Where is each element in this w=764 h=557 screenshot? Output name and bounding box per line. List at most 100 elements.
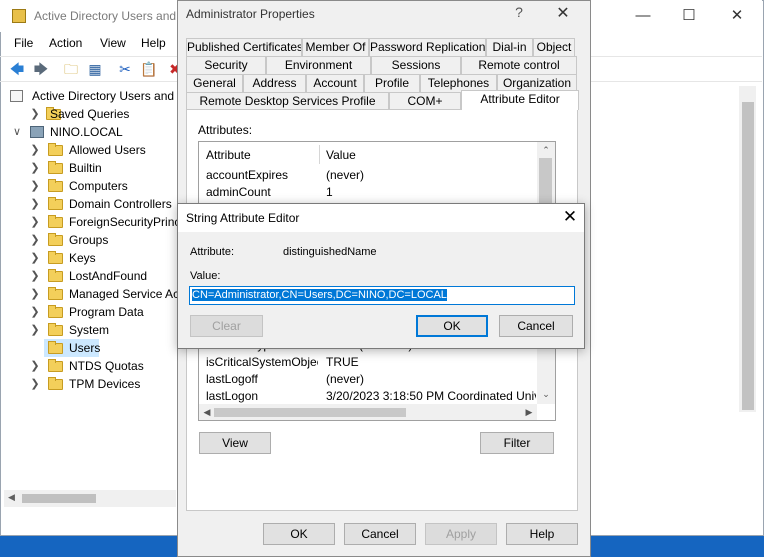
- attribute-value-cell[interactable]: TRUE: [326, 355, 536, 371]
- chevron-right-icon[interactable]: ❯: [30, 195, 40, 213]
- tab-dial-in[interactable]: Dial-in: [486, 38, 533, 56]
- chevron-right-icon[interactable]: ❯: [30, 321, 40, 339]
- minimize-icon[interactable]: —: [620, 0, 666, 32]
- folder-icon: [48, 233, 63, 246]
- help-icon[interactable]: ?: [510, 4, 528, 24]
- tree-item-label: Builtin: [69, 161, 102, 175]
- string-editor-cancel-button[interactable]: Cancel: [499, 315, 573, 337]
- chevron-right-icon[interactable]: ❯: [30, 105, 40, 123]
- chevron-right-icon[interactable]: ❯: [30, 375, 40, 393]
- value-input[interactable]: CN=Administrator,CN=Users,DC=NINO,DC=LOC…: [189, 286, 575, 305]
- value-input-text: CN=Administrator,CN=Users,DC=NINO,DC=LOC…: [192, 289, 447, 301]
- attribute-name-cell[interactable]: isCriticalSystemObject: [206, 355, 318, 371]
- paste-icon[interactable]: 📋: [140, 60, 158, 78]
- properties-title: Administrator Properties: [186, 7, 315, 21]
- column-header-attribute[interactable]: Attribute: [206, 148, 251, 162]
- scroll-left-icon[interactable]: ◀: [201, 407, 213, 418]
- menu-file[interactable]: File: [14, 36, 33, 50]
- tree-item-label: Keys: [69, 251, 96, 265]
- attributes-label: Attributes:: [198, 123, 253, 137]
- tab-com[interactable]: COM+: [389, 92, 461, 110]
- tab-remote-control[interactable]: Remote control: [461, 56, 577, 74]
- close-icon[interactable]: ✕: [714, 0, 760, 32]
- up-folder-icon[interactable]: 🗀: [62, 60, 80, 78]
- attributes-hscroll-thumb[interactable]: [214, 408, 406, 417]
- tree-item-label: TPM Devices: [69, 377, 141, 391]
- chevron-right-icon[interactable]: ❯: [30, 159, 40, 177]
- chevron-right-icon[interactable]: ❯: [30, 357, 40, 375]
- chevron-right-icon[interactable]: ❯: [30, 231, 40, 249]
- attribute-name-cell[interactable]: adminCount: [206, 185, 318, 201]
- properties-apply-button[interactable]: Apply: [425, 523, 497, 545]
- attribute-value-cell[interactable]: (never): [326, 372, 536, 388]
- column-header-value[interactable]: Value: [326, 148, 356, 162]
- scroll-right-icon[interactable]: ▶: [523, 407, 535, 418]
- tab-profile[interactable]: Profile: [364, 74, 420, 92]
- view-button[interactable]: View: [199, 432, 271, 454]
- tree-item-label: System: [69, 323, 110, 337]
- attribute-name-cell[interactable]: accountExpires: [206, 168, 318, 184]
- tab-general[interactable]: General: [186, 74, 243, 92]
- properties-close-icon[interactable]: ✕: [552, 3, 574, 25]
- tab-attribute-editor[interactable]: Attribute Editor: [461, 90, 579, 110]
- chevron-right-icon[interactable]: ❯: [30, 303, 40, 321]
- attribute-value-cell[interactable]: 1: [326, 185, 536, 201]
- attribute-name-cell[interactable]: lastLogon: [206, 389, 318, 405]
- attributes-vscroll-thumb[interactable]: [539, 158, 552, 204]
- domain-icon: [30, 126, 44, 138]
- filter-button[interactable]: Filter: [480, 432, 554, 454]
- menu-action[interactable]: Action: [49, 36, 82, 50]
- tab-published-certificates[interactable]: Published Certificates: [186, 38, 302, 56]
- chevron-right-icon[interactable]: ❯: [30, 141, 40, 159]
- tab-password-replication[interactable]: Password Replication: [369, 38, 486, 56]
- forward-arrow-icon[interactable]: 🡆: [32, 60, 50, 78]
- properties-cancel-button[interactable]: Cancel: [344, 523, 416, 545]
- attribute-value-cell[interactable]: 3/20/2023 3:18:50 PM Coordinated Univers…: [326, 389, 536, 405]
- back-arrow-icon[interactable]: 🡄: [8, 60, 26, 78]
- tree-item-label: Managed Service Ac: [69, 287, 180, 301]
- maximize-icon[interactable]: ☐: [666, 0, 712, 32]
- tree-item-label: ForeignSecurityPrinc: [69, 215, 181, 229]
- scroll-left-icon[interactable]: ◀: [8, 492, 15, 503]
- scroll-up-icon[interactable]: ⌃: [540, 145, 552, 156]
- chevron-down-icon[interactable]: ∨: [12, 123, 22, 141]
- background-vscroll-thumb[interactable]: [742, 102, 754, 410]
- cut-icon[interactable]: ✂: [116, 60, 134, 78]
- folder-icon: [48, 287, 63, 300]
- tab-object[interactable]: Object: [533, 38, 575, 56]
- folder-icon: [48, 269, 63, 282]
- tree-item-label: Domain Controllers: [69, 197, 172, 211]
- chevron-right-icon[interactable]: ❯: [30, 285, 40, 303]
- value-label: Value:: [190, 270, 221, 282]
- show-console-tree-icon[interactable]: ▦: [86, 60, 104, 78]
- string-editor-ok-button[interactable]: OK: [416, 315, 488, 337]
- chevron-right-icon[interactable]: ❯: [30, 177, 40, 195]
- scroll-down-icon[interactable]: ⌄: [540, 389, 552, 400]
- chevron-right-icon[interactable]: ❯: [30, 267, 40, 285]
- chevron-right-icon[interactable]: ❯: [30, 249, 40, 267]
- attribute-value-cell[interactable]: (never): [326, 168, 536, 184]
- tab-sessions[interactable]: Sessions: [371, 56, 461, 74]
- tab-member-of[interactable]: Member Of: [302, 38, 369, 56]
- column-separator[interactable]: [319, 145, 320, 164]
- properties-help-button[interactable]: Help: [506, 523, 578, 545]
- properties-ok-button[interactable]: OK: [263, 523, 335, 545]
- tab-address[interactable]: Address: [243, 74, 306, 92]
- folder-icon: [48, 305, 63, 318]
- tree-item-label: Computers: [69, 179, 128, 193]
- tab-remote-desktop-services-profile[interactable]: Remote Desktop Services Profile: [186, 92, 389, 110]
- tab-account[interactable]: Account: [306, 74, 364, 92]
- menu-help[interactable]: Help: [141, 36, 166, 50]
- tree-scroll-thumb[interactable]: [22, 494, 96, 503]
- tree-item-label: NTDS Quotas: [69, 359, 144, 373]
- tree-item-label: Allowed Users: [69, 143, 146, 157]
- string-editor-close-icon[interactable]: ✕: [561, 207, 579, 229]
- tree-item-label: Program Data: [69, 305, 144, 319]
- attribute-name-cell[interactable]: lastLogoff: [206, 372, 318, 388]
- tab-security[interactable]: Security: [186, 56, 266, 74]
- tab-environment[interactable]: Environment: [266, 56, 371, 74]
- clear-button[interactable]: Clear: [190, 315, 263, 337]
- menu-view[interactable]: View: [100, 36, 126, 50]
- chevron-right-icon[interactable]: ❯: [30, 213, 40, 231]
- folder-icon: [48, 341, 63, 354]
